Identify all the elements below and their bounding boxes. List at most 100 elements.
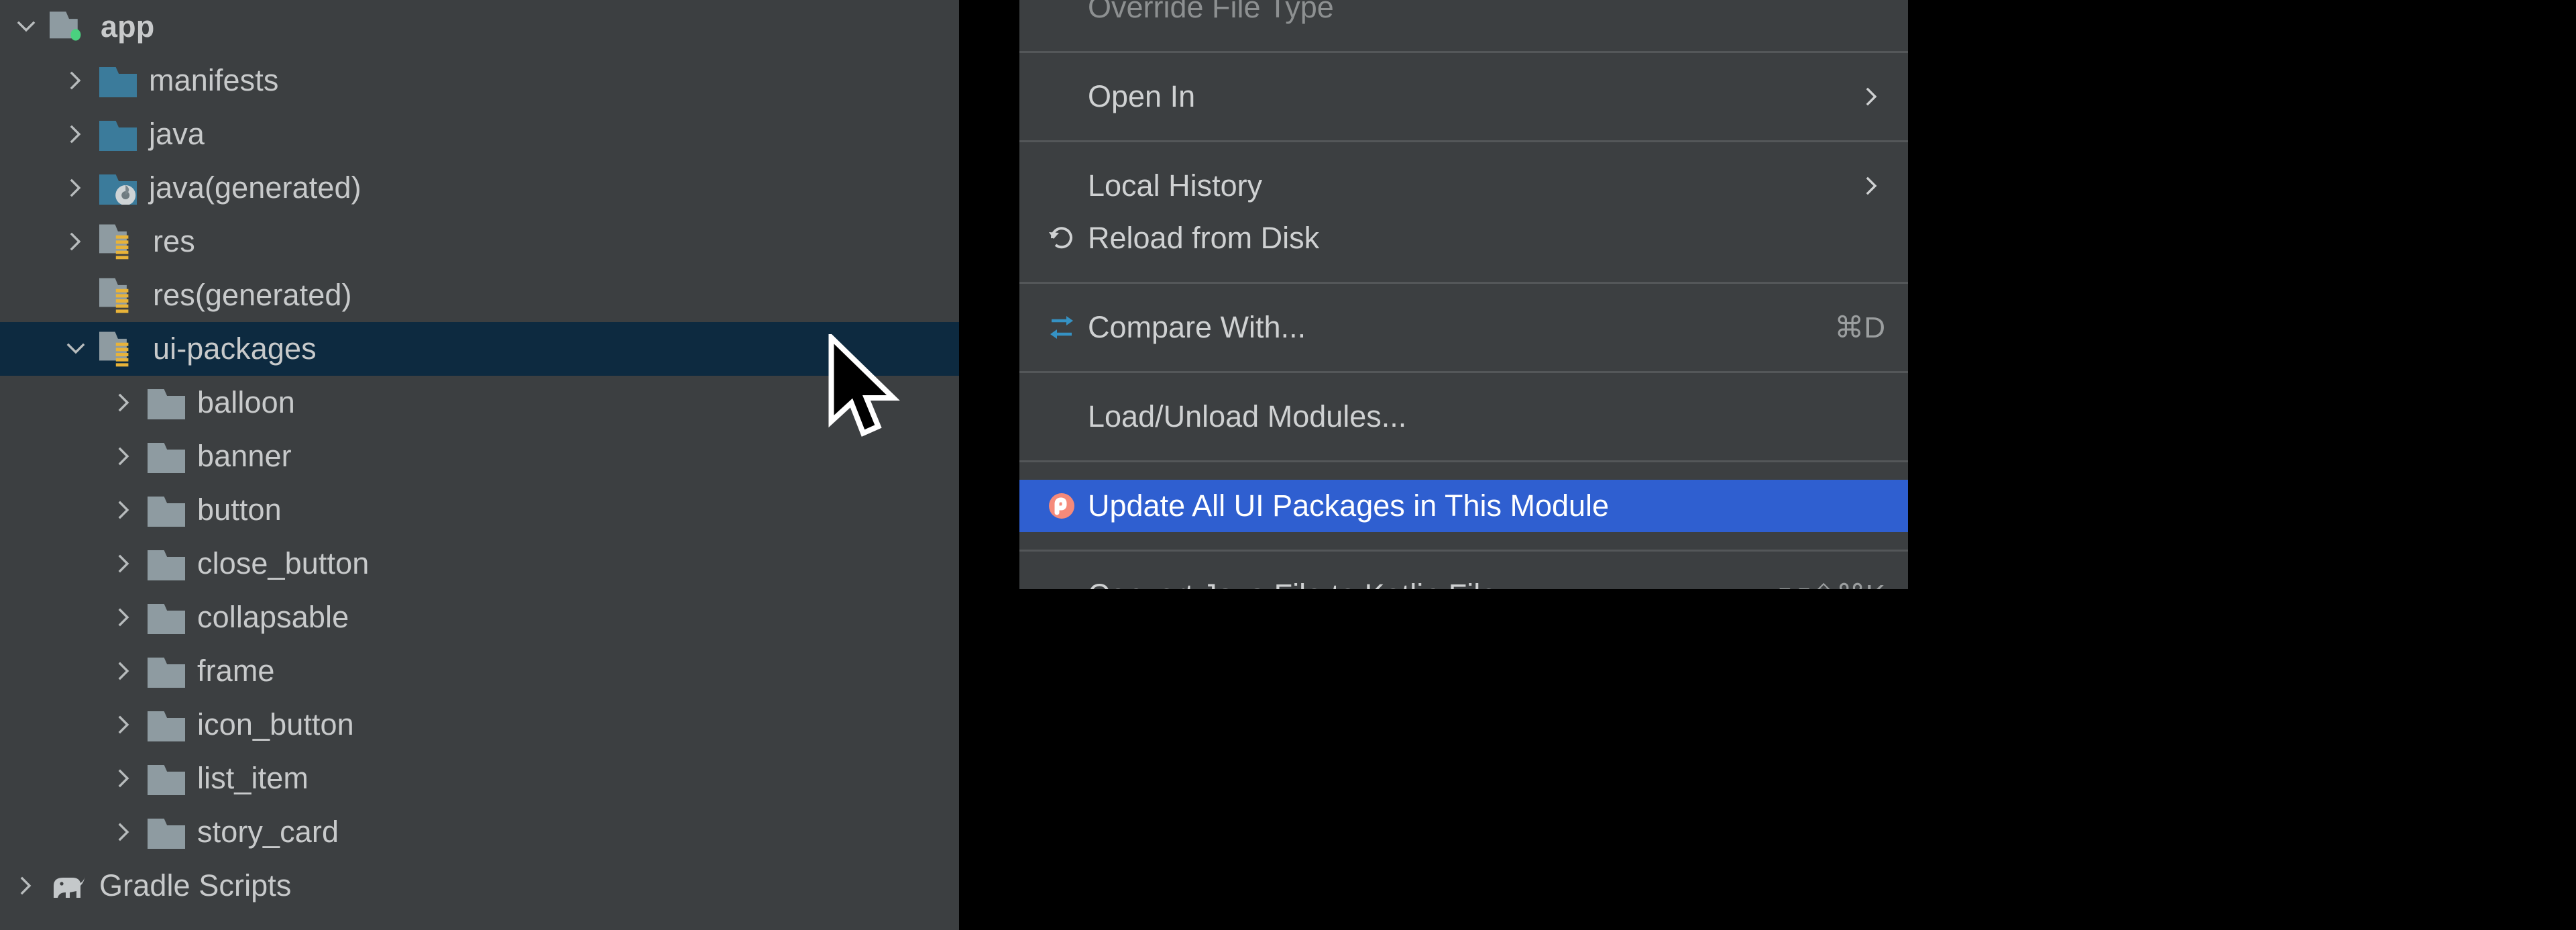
tree-row-collapsable[interactable]: collapsable — [0, 590, 959, 644]
tree-row-label: balloon — [197, 385, 295, 419]
tree-row-suffix: (generated) — [204, 170, 361, 205]
menu-item-shortcut: ⌘D — [1834, 311, 1885, 344]
menu-padding — [1019, 284, 1908, 301]
folder-blue-icon — [99, 64, 137, 97]
tree-row-label: ui-packages — [153, 331, 317, 366]
chevron-right-icon[interactable] — [62, 174, 90, 202]
chevron-right-icon[interactable] — [110, 550, 138, 578]
menu-padding — [1019, 142, 1908, 160]
tree-row-label: Gradle Scripts — [99, 868, 292, 902]
menu-padding — [1019, 552, 1908, 569]
module-folder-icon — [50, 9, 89, 45]
tree-row-label: button — [197, 493, 282, 527]
tree-row-label: java — [149, 117, 205, 151]
menu-padding — [1019, 123, 1908, 140]
menu-item-label: Local History — [1088, 168, 1263, 203]
tree-row-label: res — [153, 278, 195, 312]
folder-blue-icon — [99, 117, 137, 151]
tree-row-label: icon_button — [197, 707, 354, 741]
folder-blue-generated-icon — [99, 171, 137, 205]
folder-gray-icon — [148, 708, 185, 741]
compare-icon — [1046, 312, 1088, 343]
menu-item-label: Reload from Disk — [1088, 221, 1320, 255]
chevron-down-icon[interactable] — [12, 13, 40, 41]
folder-res-icon — [99, 222, 141, 261]
menu-item-label: Compare With... — [1088, 310, 1306, 344]
folder-gray-icon — [148, 815, 185, 849]
chevron-right-icon[interactable] — [110, 496, 138, 524]
chevron-right-icon[interactable] — [12, 872, 40, 900]
menu-padding — [1019, 354, 1908, 371]
tree-row-label: banner — [197, 439, 292, 473]
menu-padding — [1019, 532, 1908, 550]
chevron-right-icon[interactable] — [110, 657, 138, 685]
tree-row-label: java — [149, 170, 205, 205]
tree-row-label: story_card — [197, 815, 339, 849]
menu-item-label: Update All UI Packages in This Module — [1088, 488, 1610, 523]
chevron-right-icon[interactable] — [110, 818, 138, 846]
menu-padding — [1019, 373, 1908, 391]
menu-padding — [1019, 264, 1908, 282]
menu-padding — [1019, 34, 1908, 51]
menu-item-override-file-type: Override File Type — [1019, 0, 1908, 34]
chevron-right-icon[interactable] — [110, 603, 138, 631]
plugin-icon — [1046, 490, 1088, 521]
tree-row-app[interactable]: app — [0, 0, 959, 54]
project-context-menu[interactable]: Override File Type Open In Local History Re… — [1019, 0, 1908, 589]
tree-row-java[interactable]: java (generated) — [0, 161, 959, 215]
tree-row-java[interactable]: java — [0, 107, 959, 161]
menu-item-label: Override File Type — [1088, 0, 1334, 24]
tree-row-ui-packages[interactable]: ui-packages — [0, 322, 959, 376]
menu-item-update-all-ui-packages-in-this-module[interactable]: Update All UI Packages in This Module — [1019, 480, 1908, 532]
menu-item-label: Load/Unload Modules... — [1088, 399, 1407, 433]
tree-row-label: app — [101, 9, 155, 44]
folder-gray-icon — [148, 762, 185, 795]
folder-res-icon — [99, 276, 141, 315]
folder-gray-icon — [148, 601, 185, 634]
tree-row-gradle-scripts[interactable]: Gradle Scripts — [0, 859, 959, 913]
menu-item-compare-with[interactable]: Compare With... ⌘D — [1019, 301, 1908, 354]
folder-gray-icon — [148, 386, 185, 419]
chevron-right-icon[interactable] — [62, 120, 90, 148]
chevron-right-icon[interactable] — [110, 389, 138, 417]
chevron-right-icon[interactable] — [62, 227, 90, 256]
chevron-right-icon[interactable] — [110, 442, 138, 470]
folder-res-icon — [99, 329, 141, 368]
chevron-right-icon[interactable] — [62, 66, 90, 95]
tree-row-res[interactable]: res (generated) — [0, 268, 959, 322]
folder-gray-icon — [148, 440, 185, 473]
project-tool-window[interactable]: app manifests java java (generated) res res (… — [0, 0, 959, 930]
tree-row-manifests[interactable]: manifests — [0, 54, 959, 107]
chevron-right-icon[interactable] — [110, 764, 138, 792]
tree-row-list-item[interactable]: list_item — [0, 752, 959, 805]
menu-item-load-unload-modules[interactable]: Load/Unload Modules... — [1019, 391, 1908, 443]
folder-gray-icon — [148, 493, 185, 527]
folder-gray-icon — [148, 654, 185, 688]
tree-row-label: close_button — [197, 546, 370, 580]
tree-row-label: res — [153, 224, 195, 258]
tree-row-story-card[interactable]: story_card — [0, 805, 959, 859]
chevron-down-icon[interactable] — [62, 335, 90, 363]
chevron-right-icon — [1832, 172, 1885, 199]
tree-row-button[interactable]: button — [0, 483, 959, 537]
menu-item-shortcut: ⌥⇧⌘K — [1744, 578, 1885, 590]
tree-row-label: list_item — [197, 761, 309, 795]
menu-item-convert-java-file-to-kotlin-file[interactable]: Convert Java File to Kotlin File⌥⇧⌘K — [1019, 569, 1908, 589]
tree-row-label: collapsable — [197, 600, 349, 634]
menu-padding — [1019, 462, 1908, 480]
chevron-right-icon[interactable] — [110, 711, 138, 739]
menu-padding — [1019, 443, 1908, 460]
tree-row-icon-button[interactable]: icon_button — [0, 698, 959, 752]
refresh-icon — [1046, 223, 1088, 254]
tree-row-close-button[interactable]: close_button — [0, 537, 959, 590]
tree-row-suffix: (generated) — [194, 278, 352, 312]
tree-row-res[interactable]: res — [0, 215, 959, 268]
tree-row-balloon[interactable]: balloon — [0, 376, 959, 429]
tree-row-banner[interactable]: banner — [0, 429, 959, 483]
menu-item-local-history[interactable]: Local History — [1019, 160, 1908, 212]
tree-row-frame[interactable]: frame — [0, 644, 959, 698]
menu-item-open-in[interactable]: Open In — [1019, 70, 1908, 123]
menu-item-reload-from-disk[interactable]: Reload from Disk — [1019, 212, 1908, 264]
folder-gray-icon — [148, 547, 185, 580]
menu-padding — [1019, 53, 1908, 70]
